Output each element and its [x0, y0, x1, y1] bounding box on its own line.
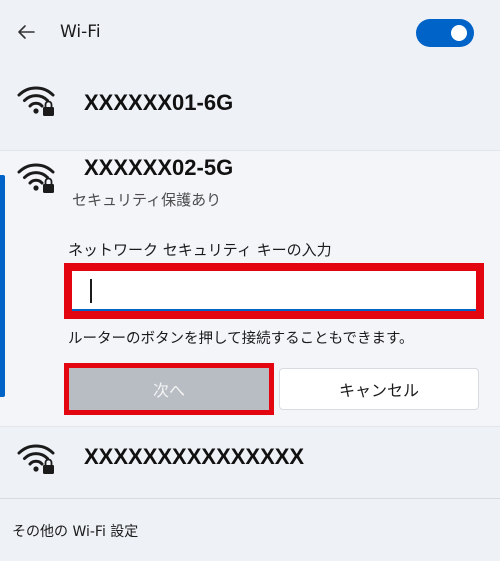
text-caret	[90, 279, 92, 303]
network-item-2-expanded: XXXXXX02-5G セキュリティ保護あり ネットワーク セキュリティ キーの…	[0, 150, 500, 427]
security-status: セキュリティ保護あり	[72, 191, 222, 209]
wifi-secured-icon	[17, 163, 55, 193]
quick-settings-header: Wi-Fi	[0, 0, 500, 66]
security-key-input[interactable]	[72, 271, 476, 311]
more-wifi-settings-link[interactable]: その他の Wi-Fi 設定	[12, 521, 138, 541]
page-title: Wi-Fi	[60, 22, 101, 42]
toggle-knob	[451, 25, 467, 41]
security-key-highlight	[64, 263, 484, 319]
security-key-label: ネットワーク セキュリティ キーの入力	[68, 241, 332, 259]
wifi-secured-icon	[17, 444, 55, 474]
arrow-left-icon[interactable]	[14, 20, 38, 44]
router-button-hint: ルーターのボタンを押して接続することもできます。	[68, 331, 414, 347]
next-button[interactable]: 次へ	[69, 368, 269, 410]
network-ssid: XXXXXX02-5G	[84, 155, 234, 180]
selection-indicator	[0, 175, 5, 397]
next-button-highlight: 次へ	[64, 363, 274, 415]
network-ssid: XXXXXXXXXXXXXXX	[84, 444, 305, 469]
wifi-secured-icon	[17, 86, 55, 116]
network-item-3[interactable]: XXXXXXXXXXXXXXX	[0, 428, 500, 494]
network-item-1[interactable]: XXXXXX01-6G	[0, 66, 500, 146]
footer: その他の Wi-Fi 設定	[0, 498, 500, 561]
cancel-button[interactable]: キャンセル	[279, 368, 479, 410]
wifi-toggle[interactable]	[416, 19, 474, 47]
network-ssid: XXXXXX01-6G	[84, 90, 234, 115]
